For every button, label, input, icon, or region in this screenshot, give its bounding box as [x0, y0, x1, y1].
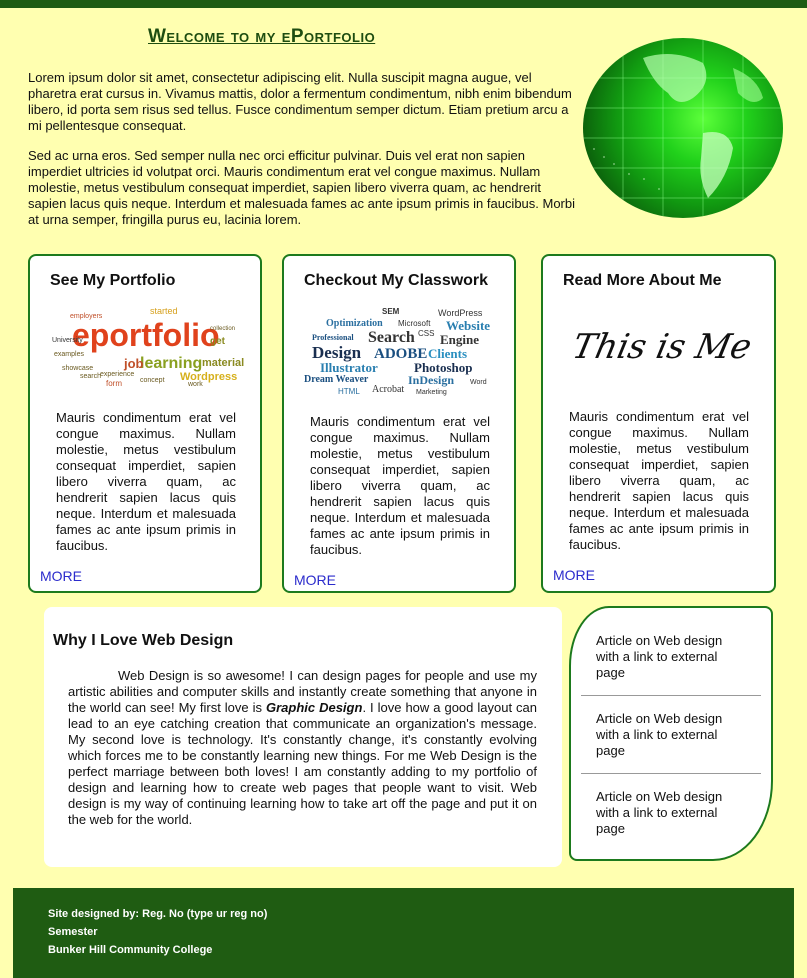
globe-image [583, 38, 783, 218]
intro-text: Lorem ipsum dolor sit amet, consectetur … [28, 70, 576, 242]
web-design-heading: Why I Love Web Design [53, 632, 234, 649]
wordcloud-word: Optimization [326, 318, 383, 329]
wordcloud-word: form [106, 379, 122, 388]
about-me-card-text: Mauris condimentum erat vel congue maxim… [569, 409, 749, 552]
wordcloud-word: learning [140, 355, 202, 372]
wordcloud-word: Clients [428, 346, 467, 361]
portfolio-card: See My Portfolio eportfolio learning mat… [28, 254, 262, 593]
intro-paragraph-2: Sed ac urna eros. Sed semper nulla nec o… [28, 148, 576, 227]
about-me-card-heading: Read More About Me [563, 272, 722, 289]
classwork-card: Checkout My Classwork SEM WordPress Opti… [282, 254, 516, 593]
wordcloud-word: University [52, 337, 83, 344]
classwork-wordcloud-image: SEM WordPress Optimization Website Profe… [304, 307, 490, 396]
about-me-card: Read More About Me This is Me Mauris con… [541, 254, 776, 593]
about-me-more-link[interactable]: MORE [553, 567, 595, 583]
portfolio-more-link[interactable]: MORE [40, 568, 82, 584]
wordcloud-word: examples [54, 351, 84, 358]
wordcloud-word: HTML [338, 387, 360, 396]
article-link[interactable]: Article on Web design with a link to ext… [596, 633, 746, 681]
wordcloud-word: material [202, 357, 244, 369]
wordcloud-word: SEM [382, 307, 400, 316]
wordcloud-word: Search [368, 329, 415, 346]
article-link[interactable]: Article on Web design with a link to ext… [596, 789, 746, 837]
wordcloud-word: search [80, 373, 101, 380]
eportfolio-wordcloud-image: eportfolio learning material job Wordpre… [52, 306, 244, 388]
article-link[interactable]: Article on Web design with a link to ext… [596, 711, 746, 759]
classwork-card-heading: Checkout My Classwork [304, 272, 489, 289]
this-is-me-image: This is Me [569, 327, 755, 367]
intro-paragraph-1: Lorem ipsum dolor sit amet, consectetur … [28, 70, 572, 133]
wordcloud-word: collection [210, 326, 235, 332]
wordcloud-word: Professional [312, 333, 354, 342]
wordcloud-word: started [150, 306, 178, 316]
wordcloud-word: experience [100, 371, 134, 378]
web-design-text: Web Design is so awesome! I can design p… [68, 668, 537, 828]
wordcloud-main-word: eportfolio [72, 317, 220, 353]
wordcloud-word: concept [140, 377, 165, 384]
graphic-design-emphasis: Graphic Design [265, 700, 363, 715]
footer-semester: Semester [48, 926, 98, 938]
footer: Site designed by: Reg. No (type ur reg n… [13, 888, 794, 978]
globe-graphic [583, 38, 783, 218]
web-design-section: Why I Love Web Design Web Design is so a… [44, 607, 562, 867]
footer-college: Bunker Hill Community College [48, 944, 213, 956]
wordcloud-word: Marketing [416, 389, 447, 396]
wordcloud-word: showcase [62, 365, 93, 372]
wordcloud-word: Acrobat [372, 384, 404, 395]
articles-sidebar: Article on Web design with a link to ext… [569, 606, 773, 861]
footer-designer: Site designed by: Reg. No (type ur reg n… [48, 908, 268, 920]
wordcloud-word: get [210, 336, 226, 347]
wordcloud-word: employers [70, 313, 103, 320]
wordcloud-word: WordPress [438, 308, 483, 318]
classwork-more-link[interactable]: MORE [294, 572, 336, 588]
wordcloud-word: InDesign [408, 373, 454, 387]
this-is-me-text: This is Me [569, 327, 755, 367]
classwork-card-text: Mauris condimentum erat vel congue maxim… [310, 414, 490, 557]
wordcloud-word: CSS [418, 329, 434, 338]
wordcloud-word: Dream Weaver [304, 374, 369, 385]
web-design-text-part: . I love how a good layout can lead to a… [68, 700, 537, 827]
wordcloud-word: Microsoft [398, 319, 431, 328]
wordcloud-word: Website [446, 318, 490, 333]
article-divider [581, 773, 761, 774]
portfolio-card-text: Mauris condimentum erat vel congue maxim… [56, 410, 236, 553]
wordcloud-word: job [123, 356, 144, 371]
portfolio-card-heading: See My Portfolio [50, 272, 176, 289]
article-divider [581, 695, 761, 696]
wordcloud-word: work [187, 381, 203, 388]
top-bar [0, 0, 807, 8]
wordcloud-word: Word [470, 379, 487, 386]
wordcloud-word: Engine [440, 332, 479, 347]
page-title: Welcome to my ePortfolio [148, 26, 376, 47]
wordcloud-word: Illustrator [320, 360, 378, 375]
